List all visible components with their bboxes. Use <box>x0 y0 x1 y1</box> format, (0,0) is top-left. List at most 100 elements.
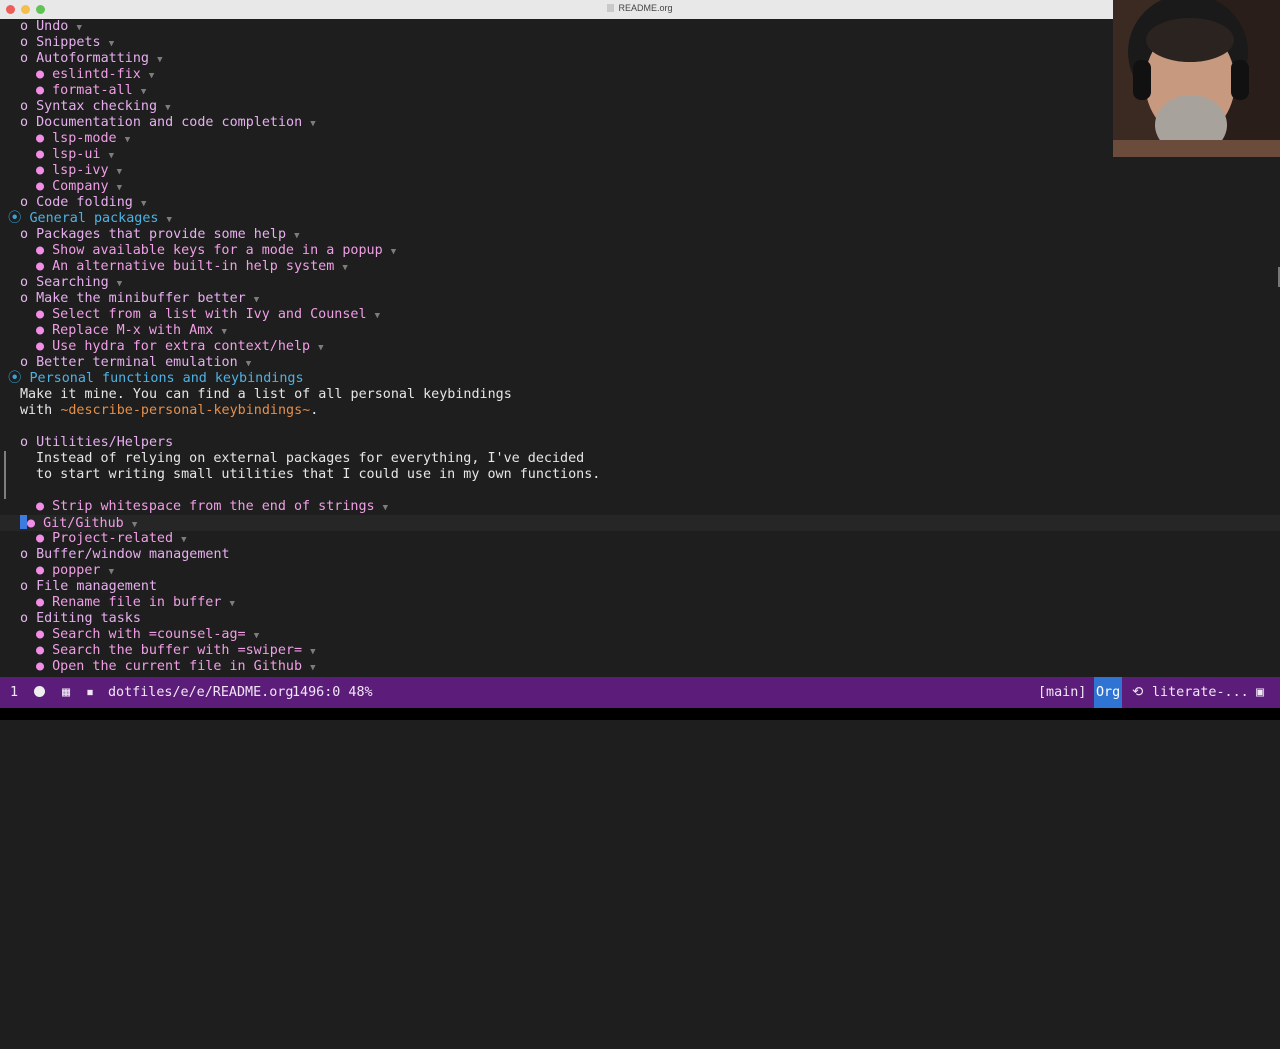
editor-buffer[interactable]: o Undo ▼ o Snippets ▼ o Autoformatting ▼ ● … <box>0 19 1280 677</box>
org-heading-level-3[interactable]: ● popper ▼ <box>0 563 1280 579</box>
heading-text: Better terminal emulation <box>36 355 238 370</box>
fold-chevron-icon[interactable]: ▼ <box>310 663 315 673</box>
org-heading-level-3[interactable]: ● Show available keys for a mode in a po… <box>0 243 1280 259</box>
echo-area <box>0 708 1280 720</box>
heading-text: Use hydra for extra context/help <box>52 339 311 354</box>
org-heading-level-3[interactable]: ● lsp-ivy ▼ <box>0 163 1280 179</box>
heading-code: =swiper= <box>237 643 303 658</box>
org-heading-level-1[interactable]: ⦿ General packages ▼ <box>0 211 1280 227</box>
heading-bullet-icon: o <box>20 547 29 562</box>
fold-chevron-icon[interactable]: ▼ <box>246 359 251 369</box>
fold-chevron-icon[interactable]: ▼ <box>149 71 154 81</box>
window-titlebar: README.org <box>0 0 1280 20</box>
fold-chevron-icon[interactable]: ▼ <box>167 215 172 225</box>
buffer-name[interactable]: dotfiles/e/e/README.org <box>108 677 293 708</box>
body-text-line[interactable]: to start writing small utilities that I … <box>0 467 1280 483</box>
fold-chevron-icon[interactable]: ▼ <box>109 39 114 49</box>
org-heading-level-3[interactable]: ● eslintd-fix ▼ <box>0 67 1280 83</box>
org-heading-level-3[interactable]: ● Rename file in buffer ▼ <box>0 595 1280 611</box>
heading-text: format-all <box>52 83 133 98</box>
grid-icon[interactable]: ▦ <box>62 677 70 708</box>
vcs-label[interactable]: literate-... <box>1152 677 1249 708</box>
org-heading-level-3[interactable]: ● Git/Github ▼ <box>0 515 1280 531</box>
inline-code: ~describe-personal-keybindings~ <box>60 403 311 418</box>
fold-chevron-icon[interactable]: ▼ <box>310 119 315 129</box>
save-icon[interactable]: ▪ <box>86 677 94 708</box>
org-heading-level-3[interactable]: ● Open the current file in Github ▼ <box>0 659 1280 675</box>
heading-bullet-icon: ● <box>36 627 45 642</box>
heading-bullet-icon: o <box>20 35 29 50</box>
heading-bullet-icon: o <box>20 51 29 66</box>
fold-chevron-icon[interactable]: ▼ <box>117 167 122 177</box>
fold-chevron-icon[interactable]: ▼ <box>125 135 130 145</box>
org-heading-level-2[interactable]: o Make the minibuffer better ▼ <box>0 291 1280 307</box>
body-text: with <box>20 403 61 418</box>
git-branch[interactable]: [main] <box>1038 677 1086 708</box>
org-heading-level-2[interactable]: o Code folding ▼ <box>0 195 1280 211</box>
fold-chevron-icon[interactable]: ▼ <box>342 263 347 273</box>
blank-line[interactable] <box>0 483 1275 499</box>
body-text: to start writing small utilities that I … <box>36 467 601 482</box>
fold-chevron-icon[interactable]: ▼ <box>254 631 259 641</box>
org-heading-level-2[interactable]: o Utilities/Helpers <box>0 435 1280 451</box>
org-heading-level-2[interactable]: o File management <box>0 579 1280 595</box>
fold-chevron-icon[interactable]: ▼ <box>318 343 323 353</box>
fold-chevron-icon[interactable]: ▼ <box>230 599 235 609</box>
fold-chevron-icon[interactable]: ▼ <box>117 183 122 193</box>
heading-bullet-icon: ● <box>36 323 45 338</box>
org-heading-level-2[interactable]: o Better terminal emulation ▼ <box>0 355 1280 371</box>
fold-chevron-icon[interactable]: ▼ <box>132 520 137 530</box>
fold-chevron-icon[interactable]: ▼ <box>294 231 299 241</box>
org-heading-level-2[interactable]: o Packages that provide some help ▼ <box>0 227 1280 243</box>
fold-chevron-icon[interactable]: ▼ <box>117 279 122 289</box>
fold-chevron-icon[interactable]: ▼ <box>165 103 170 113</box>
misc-icon[interactable]: ▣ <box>1256 677 1264 708</box>
fold-chevron-icon[interactable]: ▼ <box>109 151 114 161</box>
org-heading-level-3[interactable]: ● Select from a list with Ivy and Counse… <box>0 307 1280 323</box>
body-text-line[interactable]: with ~describe-personal-keybindings~. <box>0 403 1280 419</box>
fold-chevron-icon[interactable]: ▼ <box>181 535 186 545</box>
fold-chevron-icon[interactable]: ▼ <box>221 327 226 337</box>
heading-bullet-icon: ● <box>36 163 45 178</box>
org-heading-level-3[interactable]: ● Project-related ▼ <box>0 531 1280 547</box>
major-mode[interactable]: Org <box>1094 677 1123 708</box>
body-text-line[interactable]: Make it mine. You can find a list of all… <box>0 387 1280 403</box>
org-heading-level-2[interactable]: o Autoformatting ▼ <box>0 51 1280 67</box>
fold-chevron-icon[interactable]: ▼ <box>76 23 81 33</box>
org-heading-level-3[interactable]: ● Company ▼ <box>0 179 1280 195</box>
org-heading-level-3[interactable]: ● An alternative built-in help system ▼ <box>0 259 1280 275</box>
org-heading-level-2[interactable]: o Undo ▼ <box>0 19 1280 35</box>
presenter-video-image <box>1113 0 1280 157</box>
org-heading-level-3[interactable]: ● Replace M-x with Amx ▼ <box>0 323 1280 339</box>
fold-chevron-icon[interactable]: ▼ <box>157 55 162 65</box>
org-heading-level-3[interactable]: ● Search the buffer with =swiper= ▼ <box>0 643 1280 659</box>
org-heading-level-3[interactable]: ● lsp-mode ▼ <box>0 131 1280 147</box>
org-heading-level-2[interactable]: o Snippets ▼ <box>0 35 1280 51</box>
heading-text: An alternative built-in help system <box>52 259 335 274</box>
fold-chevron-icon[interactable]: ▼ <box>254 295 259 305</box>
fold-chevron-icon[interactable]: ▼ <box>109 567 114 577</box>
org-heading-level-3[interactable]: ● Use hydra for extra context/help ▼ <box>0 339 1280 355</box>
heading-bullet-icon: ● <box>36 643 45 658</box>
org-heading-level-2[interactable]: o Documentation and code completion ▼ <box>0 115 1280 131</box>
org-heading-level-1[interactable]: ⦿ Personal functions and keybindings <box>0 371 1280 387</box>
heading-text: Rename file in buffer <box>52 595 222 610</box>
fold-chevron-icon[interactable]: ▼ <box>310 647 315 657</box>
org-heading-level-3[interactable]: ● Search with =counsel-ag= ▼ <box>0 627 1280 643</box>
org-heading-level-2[interactable]: o Editing tasks <box>0 611 1280 627</box>
org-heading-level-3[interactable]: ● format-all ▼ <box>0 83 1280 99</box>
blank-line[interactable] <box>0 419 1275 435</box>
org-heading-level-3[interactable]: ● lsp-ui ▼ <box>0 147 1280 163</box>
org-heading-level-2[interactable]: o Syntax checking ▼ <box>0 99 1280 115</box>
fold-chevron-icon[interactable]: ▼ <box>391 247 396 257</box>
heading-text: Personal functions and keybindings <box>29 371 304 386</box>
fold-chevron-icon[interactable]: ▼ <box>141 199 146 209</box>
heading-text: lsp-ivy <box>52 163 109 178</box>
org-heading-level-3[interactable]: ● Strip whitespace from the end of strin… <box>0 499 1280 515</box>
org-heading-level-2[interactable]: o Searching ▼ <box>0 275 1280 291</box>
body-text-line[interactable]: Instead of relying on external packages … <box>0 451 1280 467</box>
fold-chevron-icon[interactable]: ▼ <box>141 87 146 97</box>
fold-chevron-icon[interactable]: ▼ <box>383 503 388 513</box>
fold-chevron-icon[interactable]: ▼ <box>375 311 380 321</box>
org-heading-level-2[interactable]: o Buffer/window management <box>0 547 1280 563</box>
